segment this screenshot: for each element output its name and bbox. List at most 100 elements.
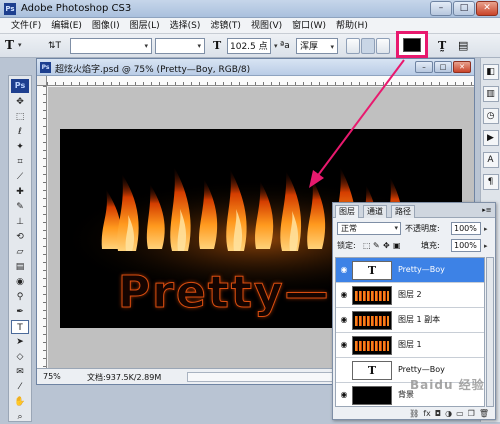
lasso-tool-icon[interactable]: ℓ	[11, 125, 29, 139]
preset-dropdown-arrow[interactable]: ▾	[18, 41, 22, 57]
character-icon[interactable]: A	[482, 152, 499, 168]
character-panel-icon[interactable]: ▤	[458, 38, 468, 54]
tab-paths[interactable]: 路径	[391, 205, 415, 218]
align-left-button[interactable]	[346, 38, 360, 54]
lock-position-icon[interactable]: ✥	[383, 239, 390, 252]
font-style-select[interactable]: ▾	[155, 38, 205, 54]
font-family-select[interactable]: ▾	[70, 38, 152, 54]
tab-layers[interactable]: 图层	[335, 205, 359, 218]
healing-brush-icon[interactable]: ✚	[11, 185, 29, 199]
chevron-right-icon[interactable]: ▸	[484, 225, 488, 233]
zoom-level[interactable]: 75%	[43, 371, 67, 382]
anti-alias-icon: ªa	[280, 41, 290, 51]
tab-channels[interactable]: 通道	[363, 205, 387, 218]
vertical-ruler[interactable]	[37, 86, 47, 368]
move-tool-icon[interactable]: ✥	[11, 95, 29, 109]
magic-wand-icon[interactable]: ✦	[11, 140, 29, 154]
menu-view[interactable]: 视图(V)	[246, 18, 287, 33]
font-size-field[interactable]: 102.5 点	[227, 38, 271, 54]
navigator-icon[interactable]: ◧	[482, 64, 499, 80]
adjustment-layer-icon[interactable]: ◑	[445, 408, 452, 420]
blur-tool-icon[interactable]: ◉	[11, 275, 29, 289]
menu-file[interactable]: 文件(F)	[6, 18, 46, 33]
fill-field[interactable]: 100%	[451, 239, 481, 252]
menu-layer[interactable]: 图层(L)	[125, 18, 165, 33]
visibility-eye-icon[interactable]: ◉	[338, 289, 350, 301]
maximize-button[interactable]: □	[453, 1, 475, 16]
shape-tool-icon[interactable]: ◇	[11, 350, 29, 364]
chevron-down-icon[interactable]: ▾	[274, 42, 278, 58]
add-mask-icon[interactable]: ◘	[435, 408, 441, 420]
lock-pixels-icon[interactable]: ✎	[373, 239, 380, 252]
history-brush-icon[interactable]: ⟲	[11, 230, 29, 244]
menu-filter[interactable]: 滤镜(T)	[205, 18, 246, 33]
lock-all-icon[interactable]: ▣	[393, 239, 401, 252]
histogram-icon[interactable]: ▥	[482, 86, 499, 102]
menu-select[interactable]: 选择(S)	[165, 18, 206, 33]
ruler-origin[interactable]	[37, 76, 47, 86]
opacity-field[interactable]: 100%	[451, 222, 481, 235]
chevron-right-icon[interactable]: ▸	[484, 242, 488, 250]
pen-tool-icon[interactable]: ✒	[11, 305, 29, 319]
paragraph-icon[interactable]: ¶	[482, 174, 499, 190]
path-select-icon[interactable]: ➤	[11, 335, 29, 349]
stamp-tool-icon[interactable]: ⊥	[11, 215, 29, 229]
layer-row[interactable]: ◉ 图层 1	[336, 333, 484, 358]
canvas-text-layer: Pretty—B	[117, 267, 367, 319]
hand-tool-icon[interactable]: ✋	[11, 395, 29, 409]
layer-style-icon[interactable]: fx	[423, 408, 431, 420]
text-tool-preset-icon[interactable]: T	[5, 38, 14, 52]
anti-alias-select[interactable]: 浑厚 ▾	[296, 38, 338, 54]
panel-menu-icon[interactable]: ▸≡	[482, 206, 492, 215]
history-icon[interactable]: ◷	[482, 108, 499, 124]
layer-thumbnail	[352, 311, 392, 330]
minimize-button[interactable]: –	[430, 1, 452, 16]
delete-layer-icon[interactable]: 🗑	[479, 408, 489, 420]
warp-text-icon[interactable]: T̰	[438, 38, 446, 54]
brush-tool-icon[interactable]: ✎	[11, 200, 29, 214]
visibility-eye-icon[interactable]: ◉	[338, 314, 350, 326]
marquee-tool-icon[interactable]: ⬚	[11, 110, 29, 124]
doc-minimize-button[interactable]: –	[415, 61, 433, 73]
layer-row[interactable]: ◉ 图层 1 副本	[336, 308, 484, 333]
horizontal-ruler[interactable]	[47, 76, 474, 86]
text-orientation-icon[interactable]: ⇅T	[48, 38, 61, 54]
layers-scrollbar[interactable]	[486, 257, 494, 407]
new-layer-icon[interactable]: ❐	[468, 408, 475, 420]
close-button[interactable]: ✕	[476, 1, 498, 16]
doc-close-button[interactable]: ✕	[453, 61, 471, 73]
type-tool-icon[interactable]: T	[11, 320, 29, 334]
align-center-button[interactable]	[361, 38, 375, 54]
notes-tool-icon[interactable]: ✉	[11, 365, 29, 379]
layer-row[interactable]: ◉ 图层 2	[336, 283, 484, 308]
document-title-bar[interactable]: Ps 超炫火焰字.psd @ 75% (Pretty—Boy, RGB/8) –…	[37, 59, 474, 76]
document-info[interactable]: 文档:937.5K/2.89M	[87, 372, 161, 383]
menu-help[interactable]: 帮助(H)	[331, 18, 373, 33]
font-size-value: 102.5 点	[230, 42, 268, 52]
align-right-button[interactable]	[376, 38, 390, 54]
eyedropper-icon[interactable]: ⁄	[11, 380, 29, 394]
slice-tool-icon[interactable]: ⟋	[11, 170, 29, 184]
link-layers-icon[interactable]: ⛓	[409, 408, 419, 420]
actions-icon[interactable]: ▶	[482, 130, 499, 146]
new-group-icon[interactable]: ▭	[456, 408, 464, 420]
gradient-tool-icon[interactable]: ▤	[11, 260, 29, 274]
chevron-down-icon: ▾	[197, 42, 201, 50]
visibility-eye-icon[interactable]	[338, 364, 350, 376]
eraser-tool-icon[interactable]: ▱	[11, 245, 29, 259]
menu-window[interactable]: 窗口(W)	[287, 18, 331, 33]
blend-mode-select[interactable]: 正常 ▾	[337, 222, 401, 235]
text-color-swatch[interactable]	[403, 38, 421, 52]
doc-maximize-button[interactable]: □	[434, 61, 452, 73]
menu-edit[interactable]: 编辑(E)	[46, 18, 87, 33]
menu-image[interactable]: 图像(I)	[87, 18, 125, 33]
visibility-eye-icon[interactable]: ◉	[338, 389, 350, 401]
layer-row[interactable]: ◉ T Pretty—Boy	[336, 258, 484, 283]
visibility-eye-icon[interactable]: ◉	[338, 264, 350, 276]
lock-transparency-icon[interactable]: ⬚	[363, 239, 371, 252]
layer-thumbnail	[352, 336, 392, 355]
title-bar: Ps Adobe Photoshop CS3 – □ ✕	[0, 0, 500, 18]
visibility-eye-icon[interactable]: ◉	[338, 339, 350, 351]
dodge-tool-icon[interactable]: ⚲	[11, 290, 29, 304]
crop-tool-icon[interactable]: ⌗	[11, 155, 29, 169]
